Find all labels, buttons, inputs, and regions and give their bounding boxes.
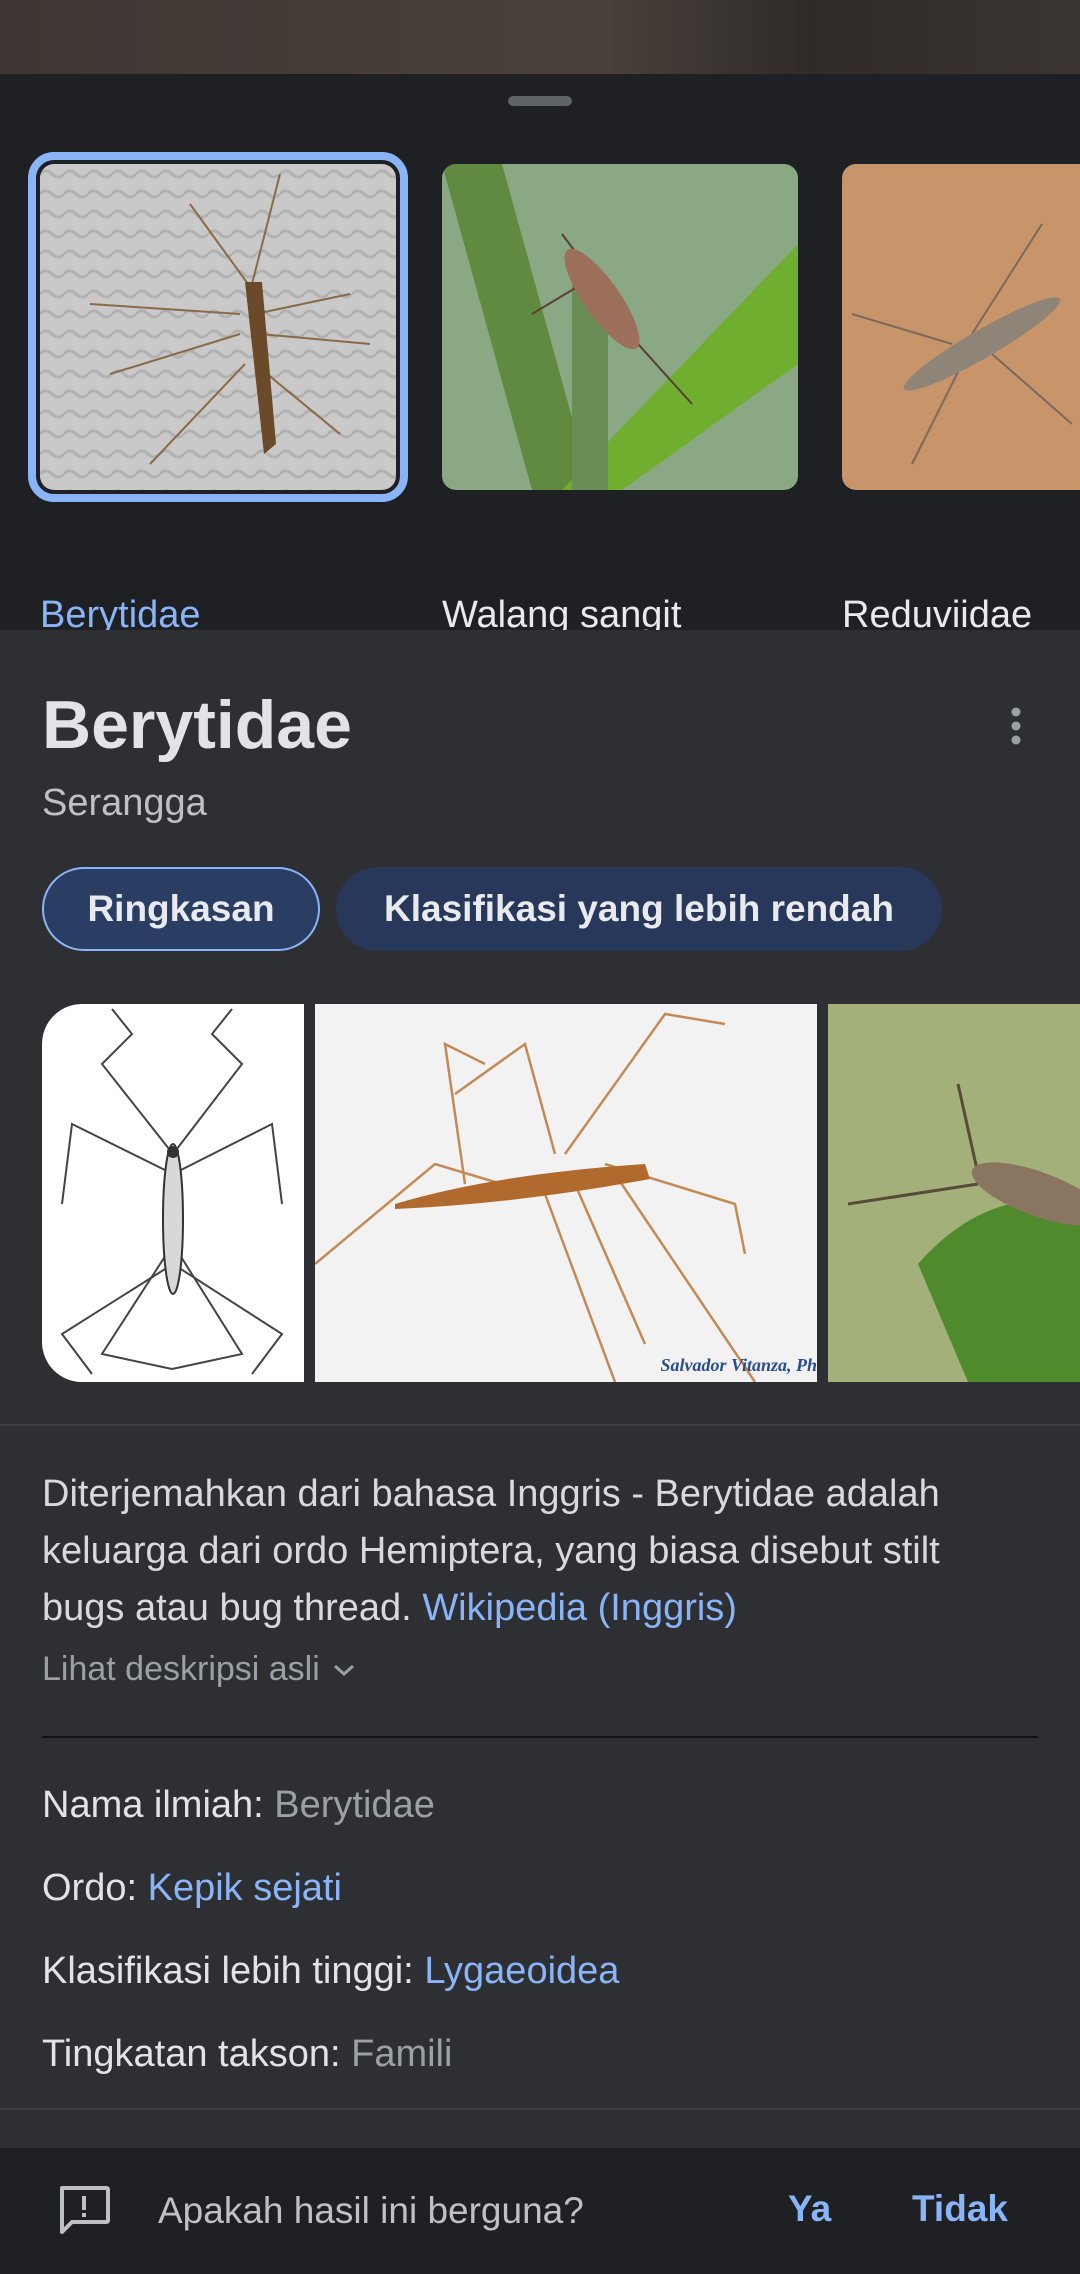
- knowledge-panel: Berytidae Serangga Ringkasan Klasifikasi…: [0, 630, 1080, 2148]
- section-divider: [42, 1736, 1038, 1738]
- see-original-toggle[interactable]: Lihat deskripsi asli: [42, 1650, 358, 1689]
- fact-link[interactable]: Kepik sejati: [148, 1867, 342, 1909]
- related-sheet: Berytidae Walang sangit Reduviidae: [0, 74, 1080, 636]
- related-thumb: [842, 164, 1080, 490]
- wikipedia-link[interactable]: Wikipedia (Inggris): [422, 1587, 737, 1629]
- drag-handle[interactable]: [508, 96, 572, 106]
- fact-value: Berytidae: [274, 1784, 435, 1826]
- fact-label: Tingkatan takson:: [42, 2033, 341, 2075]
- feedback-icon: [60, 2186, 110, 2234]
- related-card-berytidae[interactable]: Berytidae: [28, 152, 408, 636]
- related-thumb: [28, 152, 408, 502]
- fact-label: Ordo:: [42, 1867, 138, 1909]
- fact-klasifikasi-lebih-tinggi: Klasifikasi lebih tinggi: Lygaeoidea: [42, 1950, 619, 1993]
- related-thumb: [442, 164, 798, 490]
- gallery-image-photo-3[interactable]: [828, 1004, 1080, 1382]
- fact-nama-ilmiah: Nama ilmiah: Berytidae: [42, 1784, 435, 1827]
- fact-label: Klasifikasi lebih tinggi:: [42, 1950, 414, 1992]
- gallery-image-photo[interactable]: Salvador Vitanza, Ph: [315, 1004, 817, 1382]
- related-card-reduviidae[interactable]: Reduviidae: [842, 164, 1080, 636]
- fact-tingkatan-takson: Tingkatan takson: Famili: [42, 2033, 452, 2076]
- feedback-yes-button[interactable]: Ya: [788, 2188, 831, 2230]
- section-divider: [0, 2108, 1080, 2110]
- related-card-walang-sangit[interactable]: Walang sangit: [442, 164, 798, 636]
- see-original-label: Lihat deskripsi asli: [42, 1650, 320, 1688]
- section-divider: [0, 1424, 1080, 1426]
- feedback-no-button[interactable]: Tidak: [912, 2188, 1008, 2230]
- feedback-bar: Apakah hasil ini berguna? Ya Tidak: [0, 2148, 1080, 2274]
- fact-value: Famili: [351, 2033, 453, 2075]
- entity-subtitle: Serangga: [42, 782, 207, 824]
- image-watermark: Salvador Vitanza, Ph: [660, 1355, 817, 1375]
- gallery-image-drawing[interactable]: [42, 1004, 304, 1382]
- feedback-question: Apakah hasil ini berguna?: [158, 2190, 584, 2231]
- background-photo-strip: [0, 0, 1080, 74]
- entity-title: Berytidae: [42, 687, 352, 763]
- fact-link[interactable]: Lygaeoidea: [424, 1950, 619, 1992]
- more-vert-icon[interactable]: [998, 702, 1034, 750]
- fact-label: Nama ilmiah:: [42, 1784, 264, 1826]
- fact-ordo: Ordo: Kepik sejati: [42, 1867, 342, 1910]
- tab-klasifikasi[interactable]: Klasifikasi yang lebih rendah: [336, 867, 942, 951]
- description: Diterjemahkan dari bahasa Inggris - Bery…: [42, 1466, 1022, 1637]
- tab-ringkasan[interactable]: Ringkasan: [42, 867, 320, 951]
- chevron-down-icon: [333, 1664, 354, 1676]
